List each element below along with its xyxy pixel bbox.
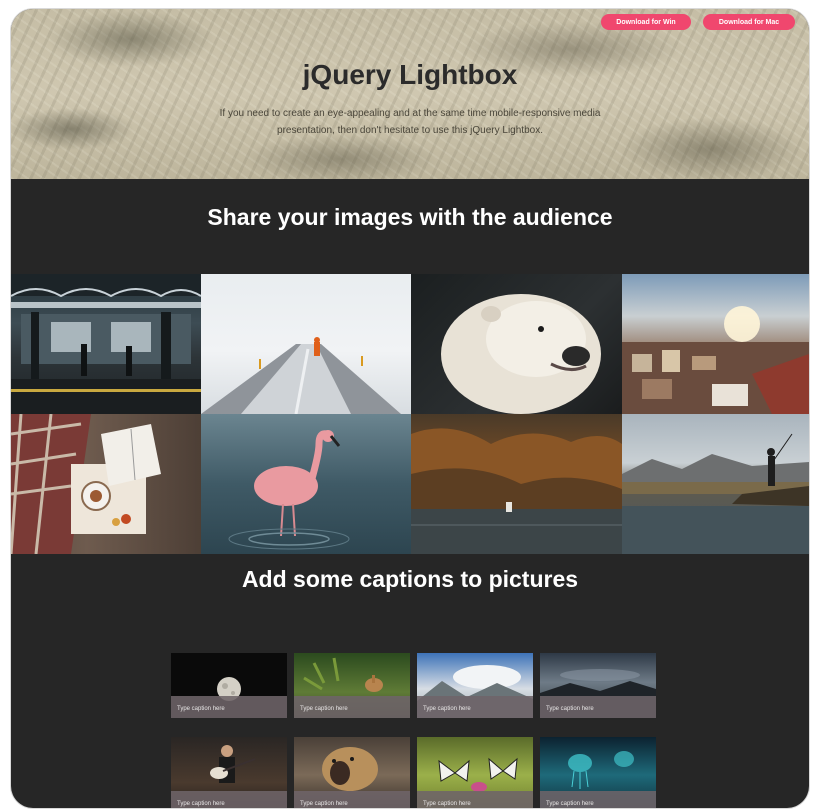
gallery-thumb-flamingo[interactable] [201,414,411,554]
snow-road-image [201,337,401,414]
page-frame: Download for Win Download for Mac jQuery… [11,9,809,808]
download-mac-button[interactable]: Download for Mac [703,14,795,30]
city-image [622,306,809,414]
gallery-thumb-autumn-lake[interactable] [411,414,622,554]
gallery-thumb-fisherman[interactable] [622,414,809,554]
subway-image [11,274,201,414]
caption-text: Type caption here [177,706,225,712]
caption-thumb-deer[interactable]: Type caption here [294,653,410,718]
gallery-thumb-polar-bear[interactable] [411,274,622,414]
captions-heading: Add some captions to pictures [241,566,579,592]
download-win-button[interactable]: Download for Win [601,14,691,30]
autumn-lake-image [411,428,622,554]
caption-thumb-moon[interactable]: Type caption here [171,653,287,718]
caption-text: Type caption here [546,801,594,807]
gallery-thumb-tea[interactable] [11,414,201,554]
caption-text: Type caption here [546,706,594,712]
gallery-thumb-subway[interactable] [11,274,201,414]
caption-text: Type caption here [300,706,348,712]
caption-thumb-night-landscape[interactable]: Type caption here [540,653,656,718]
polar-bear-image [441,294,601,414]
caption-thumb-mountain-clouds[interactable]: Type caption here [417,653,533,718]
gallery-thumb-snow-road[interactable] [201,274,411,414]
caption-thumb-jellyfish[interactable]: Type caption here [540,737,656,808]
fisherman-image [622,433,809,554]
caption-thumb-guitarist[interactable]: Type caption here [171,737,287,808]
caption-text: Type caption here [423,706,471,712]
caption-text: Type caption here [177,801,225,807]
image-gallery [11,274,809,554]
hero-section: Download for Win Download for Mac jQuery… [11,9,809,179]
gallery-thumb-city[interactable] [622,274,809,414]
gallery-heading: Share your images with the audience [207,204,613,230]
page-title: jQuery Lightbox [302,59,518,90]
tea-image [11,414,161,554]
hero-description: If you need to create an eye-appealing a… [219,108,601,136]
caption-thumb-lion[interactable]: Type caption here [294,737,410,808]
caption-thumb-butterflies[interactable]: Type caption here [417,737,533,808]
caption-text: Type caption here [300,801,348,807]
caption-text: Type caption here [423,801,471,807]
flamingo-image [228,430,350,550]
captions-gallery: Type caption here Type caption here Type… [171,653,657,808]
